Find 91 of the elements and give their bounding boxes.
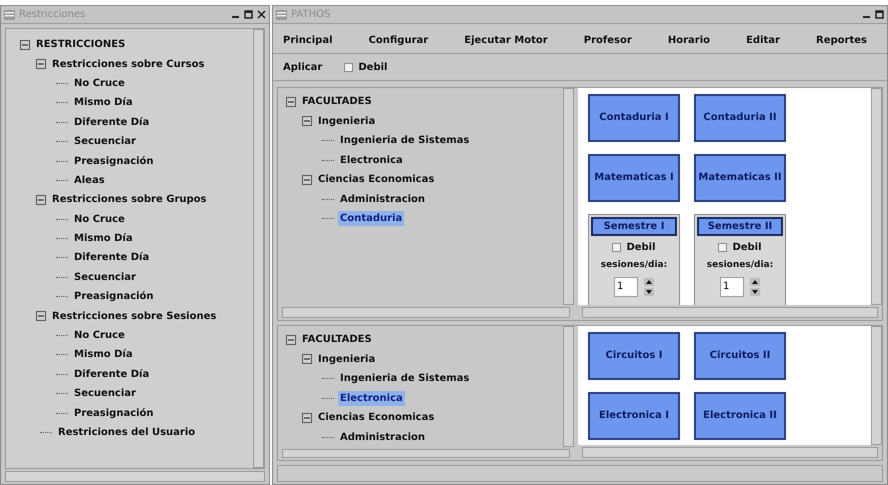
semester-title: Semestre I [591,217,677,236]
tree-item[interactable]: Ciencias Economicas [316,172,436,188]
tree-item[interactable]: Restricciones sobre Grupos [50,192,208,208]
tree-item[interactable]: Restricciones sobre Cursos [50,56,206,72]
tree-item[interactable]: Electronica [338,390,405,406]
tree-item[interactable]: Mismo Día [72,231,135,246]
tree-item[interactable]: Administracion [338,430,428,445]
scrollbar[interactable] [253,29,264,468]
semester-title: Semestre II [697,217,783,236]
field-label: sesiones/dia: [600,259,668,272]
course-card[interactable]: Matematicas I [588,154,680,202]
up-arrow-icon[interactable] [750,278,760,286]
course-card[interactable]: Electronica I [588,392,680,440]
tree-item[interactable]: Secuenciar [72,134,138,150]
window-title: PATHOS [291,8,332,22]
tree-item[interactable]: Secuenciar [72,386,138,402]
tree-item[interactable]: Electronica [338,152,405,168]
tree-item[interactable]: No Cruce [72,212,127,227]
collapse-icon[interactable] [302,412,312,423]
checkbox[interactable] [344,62,354,72]
spinner-field[interactable]: 1 [614,276,638,296]
tree-item[interactable]: Restriciones del Usuario [56,425,198,440]
scrollbar[interactable] [871,88,882,305]
course-card[interactable]: Contaduria II [694,94,786,142]
menu-item[interactable]: Horario [668,33,710,48]
collapse-icon[interactable] [286,96,296,107]
scrollbar[interactable] [582,447,878,458]
scrollbar[interactable] [563,326,574,447]
scrollbar[interactable] [282,307,570,318]
maximize-icon[interactable] [244,10,253,19]
down-arrow-icon[interactable] [644,288,654,296]
close-icon[interactable] [257,10,266,19]
scrollbar[interactable] [871,326,882,445]
tree-item[interactable]: Preasignación [72,154,156,169]
tree-item[interactable]: Ingenieria de Sistemas [338,371,472,386]
tree-item[interactable]: No Cruce [72,328,127,344]
menu-item[interactable]: Profesor [584,33,632,48]
course-card[interactable]: Contaduria I [588,94,680,142]
tree-item[interactable]: Administracion [338,192,428,207]
apply-button[interactable]: Aplicar [283,60,322,74]
tree-item[interactable]: Aleas [72,172,107,188]
down-arrow-icon[interactable] [750,288,760,296]
checkbox-label[interactable]: Debil [358,60,388,74]
course-card[interactable]: Electronica II [694,392,786,440]
tree-item[interactable]: Diferente Día [72,250,152,266]
checkbox[interactable] [612,243,622,252]
menu-item[interactable]: Editar [746,33,780,48]
tree-item[interactable]: FACULTADES [300,94,374,110]
course-card[interactable]: Circuitos II [694,332,786,380]
menu-item[interactable]: Reportes [816,33,867,48]
tree-item[interactable]: Contaduria [338,211,404,226]
field-label: sesiones/dia: [706,259,774,272]
window-title: Restricciones [19,8,86,22]
tree-item[interactable]: Restricciones sobre Sesiones [50,308,218,324]
maximize-icon[interactable] [875,10,884,19]
collapse-icon[interactable] [20,40,30,50]
collapse-icon[interactable] [302,116,312,126]
tree-item[interactable]: Ingenieria de Sistemas [338,133,472,148]
up-arrow-icon[interactable] [644,278,654,286]
checkbox-label[interactable]: Debil [626,240,656,255]
menu-item[interactable]: Principal [283,33,332,48]
menu-item[interactable]: Configurar [368,33,428,48]
scrollbar[interactable] [282,449,570,458]
spinner-field[interactable]: 1 [720,276,744,296]
tree-item[interactable]: No Cruce [72,76,127,91]
course-card[interactable]: Circuitos I [588,332,680,380]
collapse-icon[interactable] [36,194,46,205]
course-card[interactable]: Matematicas II [694,154,786,202]
checkbox-label[interactable]: Debil [732,240,762,255]
menu-item[interactable]: Ejecutar Motor [464,33,548,48]
tree-item[interactable]: Preasignación [72,406,156,421]
tree-item[interactable]: Secuenciar [72,270,138,285]
collapse-icon[interactable] [36,311,46,322]
tree-item[interactable]: Ingenieria [316,114,378,129]
collapse-icon[interactable] [302,174,312,185]
checkbox[interactable] [718,243,728,252]
tree-item[interactable]: Mismo Día [72,95,135,110]
tree-item[interactable]: Diferente Día [72,366,152,382]
tree-item[interactable]: Ingenieria [316,352,378,367]
tree-item[interactable]: Ciencias Economicas [316,410,436,426]
tree-item[interactable]: RESTRICCIONES [34,37,128,52]
collapse-icon[interactable] [36,59,46,70]
scrollbar[interactable] [563,88,574,305]
tree-item[interactable]: Mismo Día [72,347,135,362]
collapse-icon[interactable] [302,354,312,364]
collapse-icon[interactable] [286,334,296,345]
scrollbar[interactable] [5,471,265,482]
tree-item[interactable]: Diferente Día [72,114,152,130]
scrollbar[interactable] [582,307,878,318]
tree-item[interactable]: Preasignación [72,289,156,304]
tree-item[interactable]: FACULTADES [300,332,374,348]
